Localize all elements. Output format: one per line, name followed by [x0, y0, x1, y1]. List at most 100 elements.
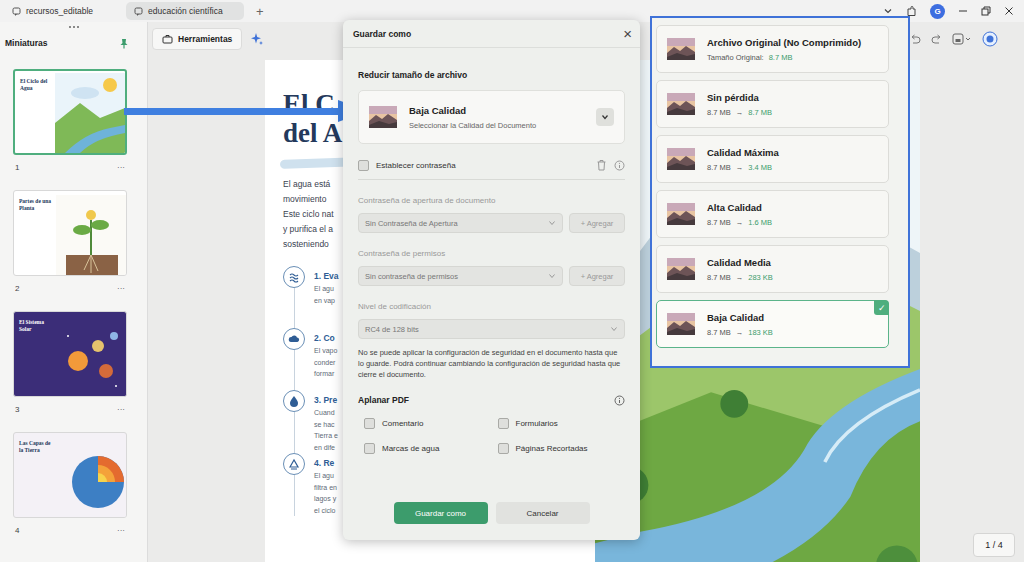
page-menu-button[interactable]: ···	[117, 405, 125, 414]
option-name: Sin pérdida	[707, 92, 772, 103]
step-title: 4. Re	[314, 456, 337, 470]
browser-tab[interactable]: educación científica	[126, 2, 244, 20]
info-icon[interactable]	[614, 160, 625, 171]
quality-option[interactable]: Alta Calidad8.7 MB→1.6 MB	[656, 190, 889, 238]
thumbnail-title: Las Capas de la Tierra	[19, 440, 55, 453]
quality-option[interactable]: Archivo Original (No Comprimido)Tamaño O…	[656, 25, 889, 73]
minimize-icon[interactable]	[958, 6, 968, 16]
security-note: No se puede aplicar la configuración de …	[358, 348, 625, 381]
step-title: 3. Pre	[314, 393, 338, 407]
select-field: Sin contraseña de permisos	[358, 266, 563, 286]
page-thumbnail[interactable]: Partes de una Planta	[13, 190, 127, 276]
option-name: Calidad Máxima	[707, 147, 779, 158]
app-window: recursos_editableeducación científica + G M…	[0, 0, 1024, 562]
dialog-buttons: Guardar como Cancelar	[343, 502, 640, 540]
step-title: 2. Co	[314, 331, 337, 345]
page-thumbnail[interactable]: El Sistema Solar	[13, 311, 127, 397]
drop-icon	[287, 394, 301, 408]
page-thumbnail[interactable]: Las Capas de la Tierra	[13, 432, 127, 518]
quality-text: Baja CalidadSeleccionar la Calidad del D…	[409, 105, 584, 130]
page-icon	[134, 7, 143, 16]
new-tab-button[interactable]: +	[248, 4, 272, 19]
quality-option[interactable]: Sin pérdida8.7 MB→8.7 MB	[656, 80, 889, 128]
option-name: Calidad Media	[707, 257, 773, 268]
field-label: Contraseña de permisos	[358, 249, 625, 258]
page-thumbnail-entry[interactable]: Partes de una Planta 2 ···	[13, 190, 127, 300]
option-label[interactable]: Marcas de agua	[382, 444, 439, 453]
page-thumbnail-entry[interactable]: Las Capas de la Tierra4···	[13, 432, 127, 542]
password-label[interactable]: Establecer contraseña	[376, 161, 456, 170]
thumbnail-footer: 3 ···	[13, 397, 127, 421]
flatten-option: Comentario	[358, 418, 492, 429]
sidebar-header: Miniaturas	[0, 32, 147, 52]
page-indicator[interactable]: 1 / 4	[973, 533, 1015, 557]
checkbox[interactable]	[364, 418, 375, 429]
step-line: Tierra e	[314, 430, 338, 442]
option-size: 8.7 MB→1.6 MB	[707, 218, 772, 227]
save-icon[interactable]	[952, 33, 972, 45]
quality-option[interactable]: Calidad Máxima8.7 MB→3.4 MB	[656, 135, 889, 183]
option-text: Alta Calidad8.7 MB→1.6 MB	[707, 202, 772, 227]
tools-button[interactable]: Herramientas	[152, 28, 242, 50]
undo-icon[interactable]	[910, 34, 921, 44]
waves-icon	[287, 270, 301, 284]
field-label: Contraseña de apertura de documento	[358, 196, 625, 205]
step-line: El agu	[314, 283, 339, 295]
info-icon[interactable]	[614, 395, 625, 406]
save-button[interactable]: Guardar como	[394, 502, 488, 524]
option-label[interactable]: Formularios	[516, 419, 558, 428]
extension-icon[interactable]	[906, 6, 917, 17]
size-from: 8.7 MB	[707, 273, 731, 282]
size-from: 8.7 MB	[707, 328, 731, 337]
quality-image-icon	[667, 38, 695, 60]
assistant-icon[interactable]	[982, 31, 998, 47]
add-button: + Agregar	[569, 266, 625, 286]
quality-option[interactable]: Calidad Media8.7 MB→283 KB	[656, 245, 889, 293]
page-thumbnail-entry[interactable]: El Sistema Solar 3 ···	[13, 311, 127, 421]
page-number: 3	[15, 405, 19, 414]
option-label[interactable]: Páginas Recortadas	[516, 444, 588, 453]
cancel-button[interactable]: Cancelar	[496, 502, 590, 524]
restore-icon[interactable]	[981, 6, 991, 16]
step-text: 4. ReEl agufiltra enlagos yel ciclo	[314, 453, 337, 516]
quality-dropdown-button[interactable]	[596, 108, 614, 126]
close-icon[interactable]	[1004, 6, 1014, 16]
quality-selector[interactable]: Baja CalidadSeleccionar la Calidad del D…	[358, 90, 625, 144]
quality-option[interactable]: Baja Calidad8.7 MB→183 KB✓	[656, 300, 889, 348]
page-number: 2	[15, 284, 19, 293]
thumbnail-sidebar: MiniaturasEl Ciclo del Agua1···Partes de…	[0, 22, 148, 562]
close-button[interactable]: ×	[623, 26, 632, 41]
step-line: filtra en	[314, 482, 337, 494]
pin-icon[interactable]	[119, 38, 129, 49]
option-text: Calidad Máxima8.7 MB→3.4 MB	[707, 147, 779, 172]
checkbox[interactable]	[358, 160, 369, 171]
page-menu-button[interactable]: ···	[117, 163, 125, 172]
option-text: Archivo Original (No Comprimido)Tamaño O…	[707, 37, 861, 62]
thumbnail-title: El Sistema Solar	[19, 319, 55, 332]
toolbox-icon	[162, 34, 173, 44]
trash-icon[interactable]	[596, 159, 607, 171]
thumbnail-illustration	[55, 73, 125, 153]
ai-sparkle-icon[interactable]	[250, 32, 264, 46]
page-menu-button[interactable]: ···	[117, 284, 125, 293]
filter-icon	[287, 457, 301, 471]
option-name: Archivo Original (No Comprimido)	[707, 37, 861, 48]
profile-avatar[interactable]: G	[930, 4, 945, 19]
checkbox[interactable]	[364, 443, 375, 454]
step-text: 1. EvaEl aguen vap	[314, 266, 339, 328]
cloud-icon	[287, 332, 301, 346]
chevron-down-icon[interactable]	[883, 6, 893, 16]
drag-handle[interactable]	[0, 22, 147, 32]
checkbox[interactable]	[498, 418, 509, 429]
page-thumbnail[interactable]: El Ciclo del Agua	[13, 69, 127, 155]
browser-tab[interactable]: recursos_editable	[4, 2, 122, 20]
select-field: Sin Contraseña de Apertura	[358, 213, 563, 233]
page-thumbnail-entry[interactable]: El Ciclo del Agua1···	[13, 69, 127, 179]
field-row: RC4 de 128 bits	[358, 319, 625, 339]
step-marker	[283, 266, 305, 328]
redo-icon[interactable]	[931, 34, 942, 44]
page-menu-button[interactable]: ···	[117, 526, 125, 535]
size-arrow: →	[736, 108, 744, 117]
checkbox[interactable]	[498, 443, 509, 454]
option-label[interactable]: Comentario	[382, 419, 423, 428]
